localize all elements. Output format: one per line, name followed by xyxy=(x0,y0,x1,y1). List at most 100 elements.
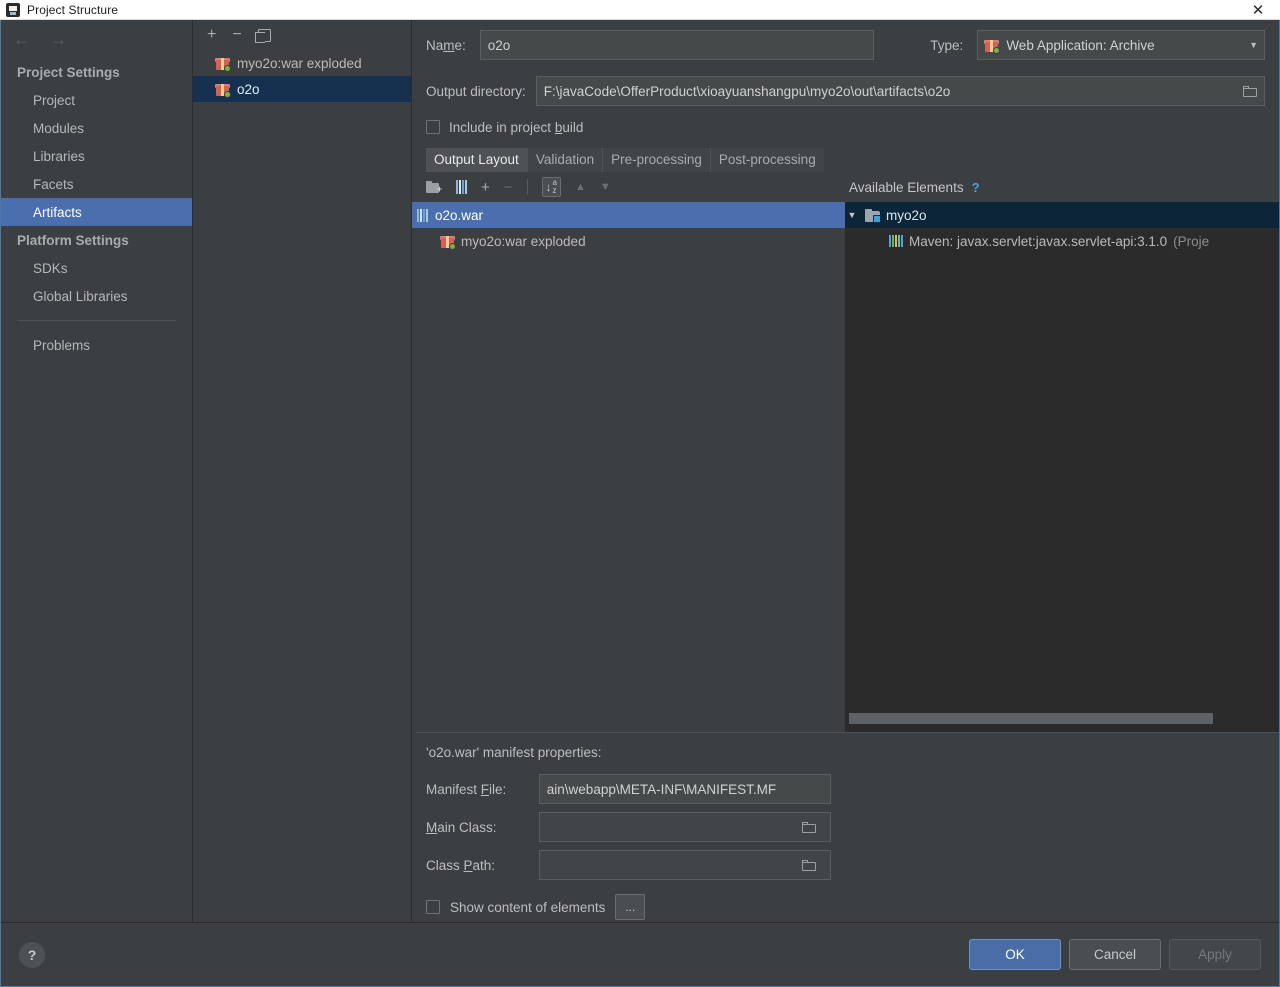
close-icon[interactable]: ✕ xyxy=(1236,0,1280,20)
chevron-down-icon: ▼ xyxy=(1249,40,1258,50)
tree-row[interactable]: ▼ myo2o xyxy=(845,202,1279,228)
package-icon xyxy=(215,56,231,72)
show-content-options-button[interactable]: ... xyxy=(615,894,646,920)
ok-button[interactable]: OK xyxy=(969,939,1061,970)
remove-artifact-button[interactable]: − xyxy=(232,27,241,43)
available-elements-label: Available Elements xyxy=(849,179,964,195)
output-directory-label: Output directory: xyxy=(426,83,526,99)
list-item-label: myo2o:war exploded xyxy=(237,55,362,71)
sidebar-item-sdks[interactable]: SDKs xyxy=(1,254,192,282)
back-arrow-icon[interactable]: ← xyxy=(13,31,30,48)
sidebar-item-global-libraries[interactable]: Global Libraries xyxy=(1,282,192,310)
package-icon xyxy=(984,38,1001,54)
library-icon xyxy=(889,234,903,248)
help-icon[interactable]: ? xyxy=(972,180,980,195)
available-elements-header: Available Elements ? xyxy=(845,173,980,201)
scrollbar-thumb[interactable] xyxy=(849,713,1213,724)
name-label: Name: xyxy=(426,37,466,53)
package-icon xyxy=(440,234,456,250)
sidebar-item-libraries[interactable]: Libraries xyxy=(1,142,192,170)
settings-sidebar: ← → Project Settings Project Modules Lib… xyxy=(1,20,193,922)
tab-validation[interactable]: Validation xyxy=(527,148,604,172)
add-directory-button[interactable]: + xyxy=(426,181,442,194)
copy-icon[interactable] xyxy=(254,28,271,43)
include-in-project-build-row[interactable]: Include in project build xyxy=(412,112,1279,142)
tree-row-label: myo2o xyxy=(886,207,927,223)
class-path-row: Class Path: xyxy=(426,846,831,884)
manifest-properties: 'o2o.war' manifest properties: Manifest … xyxy=(412,733,845,922)
package-icon xyxy=(215,82,231,98)
tab-pre-processing[interactable]: Pre-processing xyxy=(603,148,711,172)
tab-post-processing[interactable]: Post-processing xyxy=(710,148,824,172)
artifact-type-select[interactable]: Web Application: Archive ▼ xyxy=(977,30,1265,60)
main-class-input[interactable] xyxy=(538,812,831,842)
project-structure-dialog: ← → Project Settings Project Modules Lib… xyxy=(0,20,1280,987)
list-item[interactable]: o2o xyxy=(193,76,411,102)
tree-row-label: myo2o:war exploded xyxy=(461,233,586,249)
class-path-label: Class Path: xyxy=(426,857,496,873)
tree-row-suffix: (Proje xyxy=(1173,233,1210,249)
tab-output-layout[interactable]: Output Layout xyxy=(426,148,528,172)
toolbar-divider xyxy=(526,179,528,195)
sidebar-divider xyxy=(17,320,176,321)
manifest-file-input[interactable]: ain\webapp\META-INF\MANIFEST.MF xyxy=(538,774,831,804)
horizontal-scrollbar[interactable] xyxy=(849,713,1213,724)
sidebar-item-facets[interactable]: Facets xyxy=(1,170,192,198)
manifest-file-row: Manifest File: ain\webapp\META-INF\MANIF… xyxy=(426,770,831,808)
type-label: Type: xyxy=(930,37,964,53)
add-archive-button[interactable] xyxy=(456,180,467,194)
available-elements-tree: ▼ myo2o Maven: javax.servlet:javax.servl… xyxy=(845,202,1279,732)
class-path-input[interactable] xyxy=(538,850,831,880)
folder-icon[interactable] xyxy=(795,813,823,841)
output-directory-value: F:\javaCode\OfferProduct\xioayuanshangpu… xyxy=(543,83,951,99)
sidebar-item-problems[interactable]: Problems xyxy=(1,331,192,359)
sidebar-item-project[interactable]: Project xyxy=(1,86,192,114)
tree-row[interactable]: myo2o:war exploded xyxy=(412,228,845,254)
folder-icon[interactable] xyxy=(795,851,823,879)
show-content-checkbox[interactable] xyxy=(426,900,440,914)
artifact-name-input[interactable]: o2o xyxy=(479,30,875,60)
forward-arrow-icon[interactable]: → xyxy=(50,31,67,48)
sidebar-item-modules[interactable]: Modules xyxy=(1,114,192,142)
artifacts-toolbar: + − xyxy=(193,20,411,50)
move-down-button[interactable]: ▼ xyxy=(600,181,611,193)
folder-icon[interactable] xyxy=(1236,77,1264,105)
show-content-row[interactable]: Show content of elements ... xyxy=(426,892,831,922)
list-item[interactable]: myo2o:war exploded xyxy=(193,50,411,76)
navigation-arrows: ← → xyxy=(1,20,192,58)
sort-alpha-icon[interactable]: ↓ a z xyxy=(541,177,561,197)
add-element-button[interactable]: + xyxy=(481,180,490,195)
intellij-idea-icon xyxy=(6,2,20,17)
main-class-row: Main Class: xyxy=(426,808,831,846)
add-artifact-button[interactable]: + xyxy=(207,27,216,43)
help-icon[interactable]: ? xyxy=(19,941,45,968)
sidebar-item-artifacts[interactable]: Artifacts xyxy=(1,198,192,226)
include-in-project-build-checkbox[interactable] xyxy=(426,120,440,134)
tree-split-panel: o2o.war myo2o:war exploded ▼ myo2o Maven… xyxy=(412,202,1279,732)
available-elements-list: ▼ myo2o Maven: javax.servlet:javax.servl… xyxy=(845,202,1279,732)
move-up-button[interactable]: ▲ xyxy=(575,181,586,193)
cancel-button[interactable]: Cancel xyxy=(1069,939,1161,970)
list-item-label: o2o xyxy=(237,81,260,97)
manifest-file-value: ain\webapp\META-INF\MANIFEST.MF xyxy=(546,781,777,797)
window-titlebar: Project Structure ✕ xyxy=(0,0,1280,20)
remove-element-button[interactable]: − xyxy=(504,180,513,195)
chevron-down-icon[interactable]: ▼ xyxy=(845,210,859,220)
window-title: Project Structure xyxy=(27,2,119,17)
dialog-buttons: OK Cancel Apply xyxy=(969,939,1261,970)
artifact-type-value: Web Application: Archive xyxy=(1006,37,1155,53)
apply-button: Apply xyxy=(1169,939,1261,970)
artifact-name-value: o2o xyxy=(487,37,511,53)
manifest-file-label: Manifest File: xyxy=(426,781,507,797)
sidebar-group-platform-settings: Platform Settings xyxy=(17,232,129,248)
tree-row[interactable]: o2o.war xyxy=(412,202,845,228)
main-class-label: Main Class: xyxy=(426,819,497,835)
output-tree-toolbar: + + − ↓ a z ▲ ▼ xyxy=(412,172,845,202)
artifacts-list-panel: + − myo2o:war exploded o2o xyxy=(193,20,412,922)
artifact-editor: Name: o2o Type: Web Application: Archive… xyxy=(412,20,1279,922)
show-content-label: Show content of elements xyxy=(450,899,606,915)
sidebar-group-project-settings: Project Settings xyxy=(17,64,120,80)
archive-icon xyxy=(416,208,429,223)
output-directory-input[interactable]: F:\javaCode\OfferProduct\xioayuanshangpu… xyxy=(535,76,1265,106)
tree-row[interactable]: Maven: javax.servlet:javax.servlet-api:3… xyxy=(845,228,1279,254)
